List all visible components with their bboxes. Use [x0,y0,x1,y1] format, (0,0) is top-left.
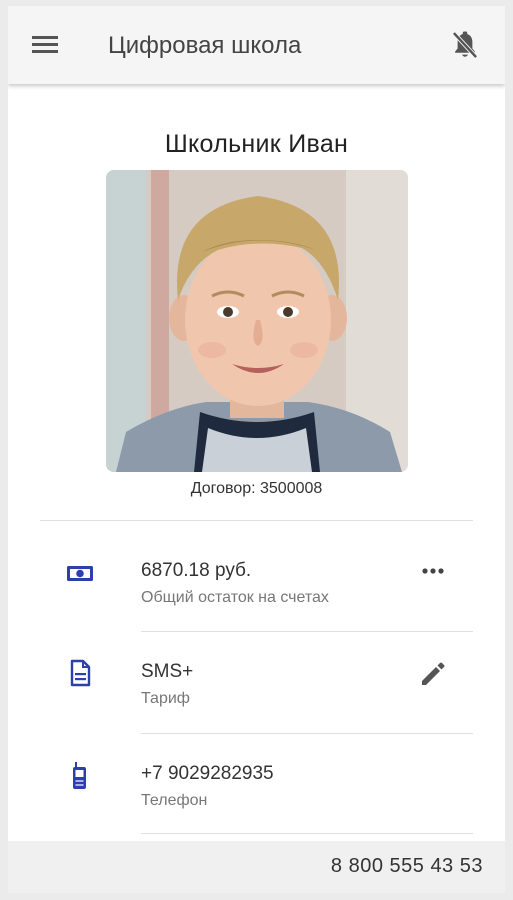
app-title: Цифровая школа [108,32,302,59]
notifications-off-icon[interactable] [450,30,480,62]
divider [40,520,473,521]
footer: 8 800 555 43 53 [8,841,505,893]
balance-row: 6870.18 руб. Общий остаток на счетах [8,560,505,650]
support-phone[interactable]: 8 800 555 43 53 [331,855,483,878]
phone-value: +7 9029282935 [141,763,274,784]
tariff-value: SMS+ [141,661,194,682]
more-icon[interactable] [416,560,450,590]
document-icon [66,659,94,687]
divider [141,733,473,734]
app-window: Цифровая школа Школьник Иван Договор: 35… [8,6,505,893]
student-photo [106,170,408,472]
money-icon [66,559,94,587]
menu-icon[interactable] [32,33,60,59]
phone-row: +7 9029282935 Телефон [8,761,505,853]
balance-value: 6870.18 руб. [141,560,252,581]
phone-label: Телефон [141,792,208,809]
divider [141,631,473,632]
edit-icon[interactable] [416,657,450,687]
student-name: Школьник Иван [164,130,349,158]
app-bar: Цифровая школа [8,6,505,84]
balance-label: Общий остаток на счетах [141,589,329,606]
tariff-row: SMS+ Тариф [8,659,505,751]
phone-icon [66,761,94,789]
contract-number: Договор: 3500008 [190,480,323,497]
divider [141,833,473,834]
tariff-label: Тариф [141,690,190,707]
